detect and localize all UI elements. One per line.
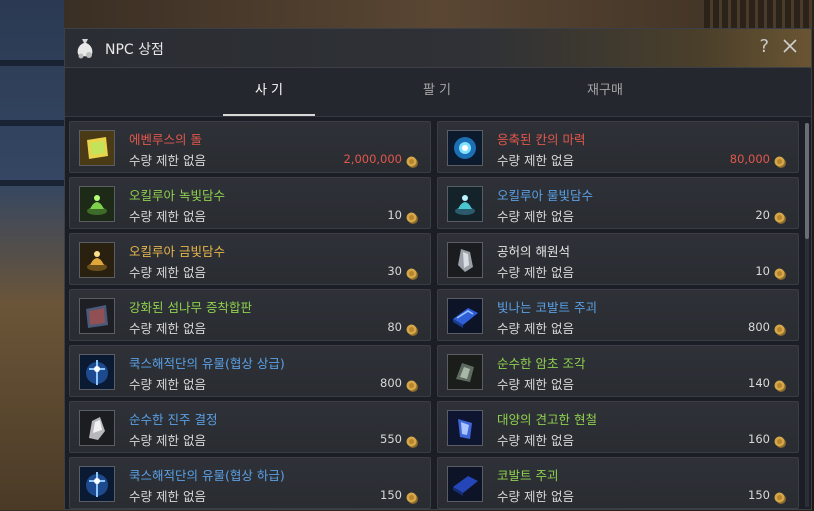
shop-item[interactable]: 에벤루스의 돌수량 제한 없음 2,000,000	[69, 121, 431, 173]
blue-ingot-icon	[447, 298, 483, 334]
coin-icon	[406, 153, 418, 168]
item-limit: 수량 제한 없음	[497, 377, 574, 392]
coin-icon	[774, 433, 786, 448]
item-name: 빛나는 코발트 주괴	[497, 300, 597, 315]
item-name: 쿡스해적단의 유물(협상 하급)	[129, 468, 285, 483]
coin-icon	[406, 321, 418, 336]
item-name: 응축된 칸의 마력	[497, 132, 586, 147]
item-name: 대양의 견고한 현철	[497, 412, 597, 427]
item-limit: 수량 제한 없음	[497, 153, 574, 168]
tab-sell[interactable]: 팔 기	[377, 68, 497, 114]
reef-shard-icon	[447, 354, 483, 390]
shop-item[interactable]: 대양의 견고한 현철수량 제한 없음 160	[437, 401, 799, 453]
item-name: 오킬루아 물빛담수	[497, 188, 593, 203]
pearl-crystal-icon	[79, 410, 115, 446]
coin-icon	[406, 377, 418, 392]
shop-item[interactable]: 코발트 주괴수량 제한 없음 150	[437, 457, 799, 509]
shop-item[interactable]: 오킬루아 금빛담수수량 제한 없음 30	[69, 233, 431, 285]
blue-orb-icon	[447, 130, 483, 166]
item-name: 에벤루스의 돌	[129, 132, 202, 147]
coin-icon	[774, 489, 786, 504]
item-price: 800	[380, 376, 402, 390]
item-name: 강화된 섬나무 증착합판	[129, 300, 252, 315]
shop-item[interactable]: 쿡스해적단의 유물(협상 하급) 수량 제한 없음 150	[69, 457, 431, 509]
game-background-top	[64, 0, 814, 30]
shop-item[interactable]: 순수한 암초 조각수량 제한 없음 140	[437, 345, 799, 397]
item-price: 20	[755, 208, 770, 222]
item-limit: 수량 제한 없음	[129, 209, 206, 224]
item-limit: 수량 제한 없음	[129, 377, 206, 392]
close-icon[interactable]	[779, 35, 801, 57]
window-titlebar[interactable]: NPC 상점 ?	[65, 29, 811, 68]
relic-icon	[79, 466, 115, 502]
item-name: 공허의 해원석	[497, 244, 570, 259]
item-price: 2,000,000	[343, 152, 402, 166]
yellow-stone-icon	[79, 130, 115, 166]
green-potion-icon	[79, 186, 115, 222]
relic-icon	[79, 354, 115, 390]
item-limit: 수량 제한 없음	[497, 265, 574, 280]
shop-item[interactable]: 강화된 섬나무 증착합판수량 제한 없음 80	[69, 289, 431, 341]
gray-crystal-icon	[447, 242, 483, 278]
tab-buy[interactable]: 사 기	[209, 68, 329, 116]
item-price: 30	[387, 264, 402, 278]
item-limit: 수량 제한 없음	[497, 209, 574, 224]
shop-item[interactable]: 빛나는 코발트 주괴수량 제한 없음 800	[437, 289, 799, 341]
item-price: 80,000	[729, 152, 770, 166]
item-limit: 수량 제한 없음	[497, 321, 574, 336]
item-name: 순수한 암초 조각	[497, 356, 586, 371]
shop-item[interactable]: 공허의 해원석수량 제한 없음 10	[437, 233, 799, 285]
item-price: 140	[748, 376, 770, 390]
shop-item[interactable]: 쿡스해적단의 유물(협상 상급) 수량 제한 없음 800	[69, 345, 431, 397]
game-background-left	[0, 0, 64, 510]
coin-icon	[406, 489, 418, 504]
scroll-thumb[interactable]	[805, 123, 809, 239]
shop-item[interactable]: 오킬루아 녹빛담수수량 제한 없음 10	[69, 177, 431, 229]
item-limit: 수량 제한 없음	[497, 489, 574, 504]
item-name: 오킬루아 녹빛담수	[129, 188, 225, 203]
item-price: 800	[748, 320, 770, 334]
coin-icon	[406, 209, 418, 224]
item-price: 10	[755, 264, 770, 278]
item-limit: 수량 제한 없음	[129, 265, 206, 280]
item-price: 150	[380, 488, 402, 502]
item-price: 550	[380, 432, 402, 446]
ocean-iron-icon	[447, 410, 483, 446]
item-limit: 수량 제한 없음	[129, 489, 206, 504]
scrollbar[interactable]	[805, 123, 809, 507]
shop-item[interactable]: 응축된 칸의 마력수량 제한 없음 80,000	[437, 121, 799, 173]
item-price: 80	[387, 320, 402, 334]
item-name: 순수한 진주 결정	[129, 412, 218, 427]
item-name: 쿡스해적단의 유물(협상 상급)	[129, 356, 285, 371]
item-price: 150	[748, 488, 770, 502]
cobalt-ingot-icon	[447, 466, 483, 502]
coin-icon	[406, 433, 418, 448]
coin-icon	[774, 321, 786, 336]
window-title: NPC 상점	[105, 42, 164, 58]
item-limit: 수량 제한 없음	[129, 153, 206, 168]
tab-buyback[interactable]: 재구매	[545, 68, 665, 114]
cyan-potion-icon	[447, 186, 483, 222]
item-price: 10	[387, 208, 402, 222]
help-button[interactable]: ?	[759, 36, 769, 57]
npc-shop-window: NPC 상점 ? 사 기 팔 기 재구매 에벤루스의 돌수량 제한 없음 2,00…	[64, 28, 812, 510]
coin-icon	[406, 265, 418, 280]
item-price: 160	[748, 432, 770, 446]
coin-icon	[774, 153, 786, 168]
item-name: 코발트 주괴	[497, 468, 559, 483]
shop-item[interactable]: 순수한 진주 결정수량 제한 없음 550	[69, 401, 431, 453]
coin-icon	[774, 377, 786, 392]
money-bag-icon	[77, 39, 93, 59]
coin-icon	[774, 209, 786, 224]
coin-icon	[774, 265, 786, 280]
tab-bar: 사 기 팔 기 재구매	[65, 68, 811, 117]
gold-potion-icon	[79, 242, 115, 278]
item-list: 에벤루스의 돌수량 제한 없음 2,000,000 응축된 칸의 마력수량 제한 없…	[69, 121, 803, 511]
shop-item[interactable]: 오킬루아 물빛담수수량 제한 없음 20	[437, 177, 799, 229]
item-name: 오킬루아 금빛담수	[129, 244, 225, 259]
wood-plank-icon	[79, 298, 115, 334]
item-limit: 수량 제한 없음	[129, 321, 206, 336]
item-limit: 수량 제한 없음	[129, 433, 206, 448]
item-limit: 수량 제한 없음	[497, 433, 574, 448]
